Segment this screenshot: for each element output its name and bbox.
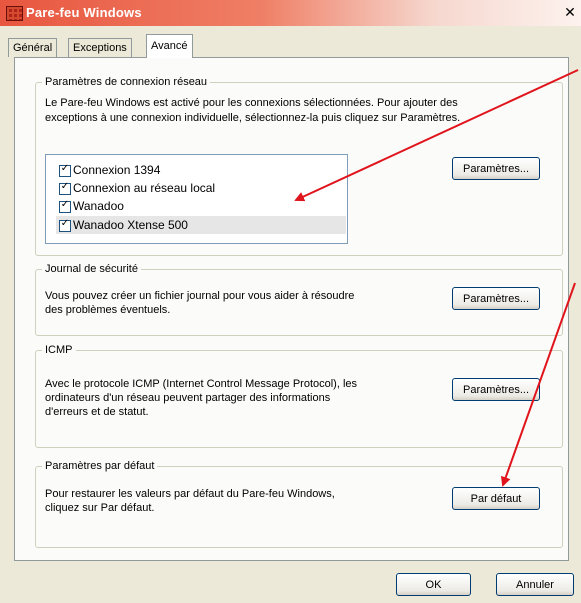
annotation-arrows bbox=[294, 69, 579, 487]
annotation-arrow-connections bbox=[294, 69, 579, 202]
annotation-arrow-defaults bbox=[500, 282, 576, 487]
tab-advanced[interactable]: Avancé bbox=[146, 34, 193, 58]
